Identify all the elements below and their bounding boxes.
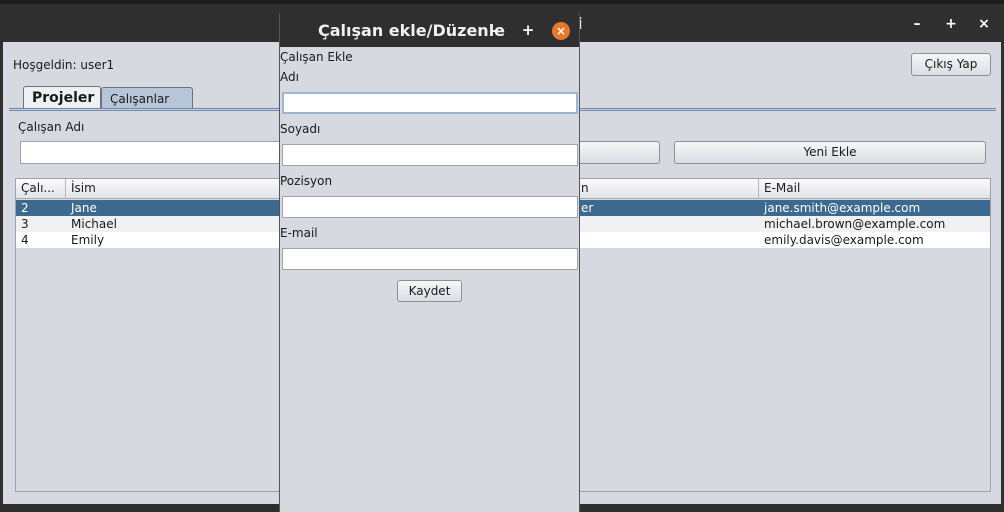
- minimize-button[interactable]: –: [909, 16, 925, 32]
- tab-employees[interactable]: Çalışanlar: [101, 87, 193, 110]
- dialog-minimize-button[interactable]: –: [486, 24, 502, 38]
- employee-dialog: Çalışan ekle/Düzenle – + × Çalışan Ekle …: [279, 13, 580, 512]
- search-button[interactable]: [580, 141, 660, 164]
- employee-name-input[interactable]: [20, 141, 282, 164]
- tab-projects[interactable]: Projeler: [23, 86, 101, 110]
- column-header-id[interactable]: Çalı...: [16, 179, 66, 199]
- cell-email: jane.smith@example.com: [764, 201, 921, 215]
- dialog-titlebar[interactable]: Çalışan ekle/Düzenle – + ×: [280, 13, 579, 47]
- maximize-button[interactable]: +: [943, 16, 959, 32]
- dialog-maximize-button[interactable]: +: [520, 23, 536, 38]
- save-button[interactable]: Kaydet: [397, 280, 462, 302]
- dialog-close-button[interactable]: ×: [552, 22, 570, 40]
- dialog-heading: Çalışan Ekle: [280, 50, 353, 64]
- cell-email: michael.brown@example.com: [764, 217, 946, 231]
- last-name-label: Soyadı: [280, 122, 321, 136]
- logout-button[interactable]: Çıkış Yap: [911, 53, 991, 76]
- last-name-input[interactable]: [282, 144, 578, 166]
- cell-email: emily.davis@example.com: [764, 233, 924, 247]
- position-label: Pozisyon: [280, 174, 333, 188]
- position-input[interactable]: [282, 196, 578, 218]
- cell-position: er: [581, 201, 594, 215]
- cell-id: 4: [21, 233, 29, 247]
- welcome-text: Hoşgeldin: user1: [13, 58, 115, 72]
- first-name-label: Adı: [280, 70, 299, 84]
- email-input[interactable]: [282, 248, 578, 270]
- new-employee-button[interactable]: Yeni Ekle: [674, 141, 986, 164]
- email-label: E-mail: [280, 226, 318, 240]
- column-header-email[interactable]: E-Mail: [759, 179, 990, 199]
- column-header-position[interactable]: n: [576, 179, 759, 199]
- first-name-input[interactable]: [282, 92, 578, 114]
- close-button[interactable]: ×: [976, 16, 992, 32]
- cell-id: 2: [21, 201, 29, 215]
- employee-name-label: Çalışan Adı: [18, 120, 85, 134]
- cell-id: 3: [21, 217, 29, 231]
- dialog-title: Çalışan ekle/Düzenle: [318, 21, 506, 40]
